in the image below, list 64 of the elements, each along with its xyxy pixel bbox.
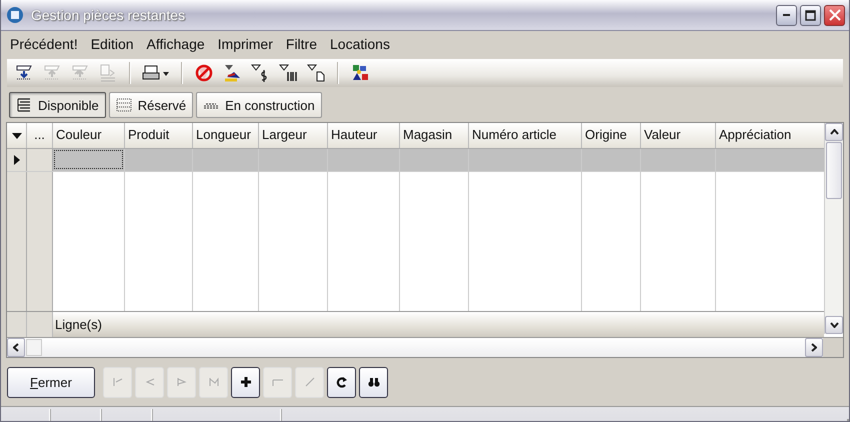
horizontal-scrollbar[interactable] (7, 337, 843, 357)
minimize-icon (783, 14, 790, 16)
palette-icon (350, 63, 370, 83)
column-header[interactable]: Largeur (259, 123, 328, 148)
close-icon (828, 9, 840, 21)
column-header[interactable]: Hauteur (328, 123, 400, 148)
document-filter-icon (306, 63, 326, 83)
view-tab[interactable]: En construction (196, 92, 322, 118)
column-header[interactable]: Numéro article (469, 123, 582, 148)
column-header[interactable]: Origine (582, 123, 641, 148)
refresh-icon (336, 376, 348, 388)
view-tab[interactable]: Réservé (108, 92, 194, 118)
scrollbar-corner (823, 338, 843, 357)
scroll-left-icon[interactable] (13, 343, 19, 352)
close-form-button[interactable]: Fermer (7, 366, 95, 398)
column-header[interactable]: Valeur (641, 123, 716, 148)
hatched-icon (116, 98, 132, 112)
binoculars-icon (368, 376, 380, 388)
footer-cell (7, 312, 27, 337)
first-icon (112, 376, 124, 388)
menu-item[interactable]: Affichage (140, 36, 211, 52)
no-filter-icon (194, 63, 214, 83)
row-header-cell[interactable] (7, 149, 27, 171)
previous-icon (144, 376, 156, 388)
footer-cell (27, 312, 53, 337)
vertical-scrollbar[interactable] (824, 123, 843, 334)
column-header[interactable]: ... (27, 123, 53, 148)
maximize-button[interactable] (800, 4, 821, 26)
row-count-label: Ligne(s) (54, 316, 103, 334)
scroll-thumb[interactable] (826, 142, 842, 199)
next-icon (176, 376, 188, 388)
scroll-thumb[interactable] (26, 339, 42, 356)
menu-item[interactable]: Edition (84, 36, 140, 52)
list-icon (16, 98, 32, 112)
maximize-icon (805, 10, 816, 20)
document-copy-icon (98, 63, 118, 83)
record-button[interactable] (231, 366, 260, 398)
scroll-up-icon[interactable] (830, 129, 838, 135)
app-icon (6, 6, 24, 24)
column-header[interactable]: Magasin (400, 123, 469, 148)
scroll-right-icon[interactable] (811, 343, 817, 352)
record-button[interactable] (359, 366, 388, 398)
view-tab[interactable]: Disponible (9, 92, 106, 118)
close-button[interactable] (824, 4, 845, 26)
row-header-cell[interactable] (7, 172, 27, 311)
barcode-filter-icon (278, 63, 298, 83)
window-title: Gestion pièces restantes (31, 7, 186, 23)
dropdown-icon[interactable] (12, 132, 22, 138)
last-icon (208, 376, 220, 388)
menu-item[interactable]: Précédent! (4, 36, 84, 52)
add-icon (240, 376, 252, 388)
record-button[interactable] (327, 366, 356, 398)
color-filter-icon (222, 63, 242, 83)
row-header-cell[interactable] (27, 172, 53, 311)
scroll-down-icon[interactable] (830, 322, 838, 328)
row-header-cell[interactable] (27, 149, 53, 171)
menu-item[interactable]: Filtre (280, 36, 324, 52)
minimize-button[interactable] (776, 4, 797, 26)
column-header[interactable]: Produit (125, 123, 193, 148)
current-row-icon (14, 155, 20, 165)
menu-item[interactable]: Locations (324, 36, 396, 52)
menu-item[interactable]: Imprimer (212, 36, 279, 52)
column-header[interactable]: Longueur (193, 123, 259, 148)
column-header[interactable]: Couleur (53, 123, 125, 148)
